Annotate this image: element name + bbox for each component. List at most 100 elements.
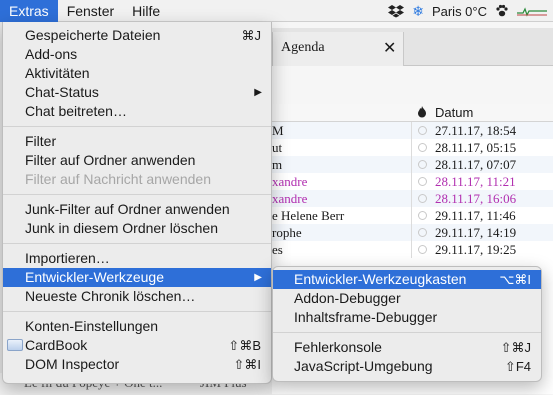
menu-item-filter[interactable]: Filter bbox=[3, 132, 271, 151]
menu-item-shortcut: ⌥⌘I bbox=[499, 272, 531, 287]
submenu-arrow-icon: ▶ bbox=[254, 272, 262, 283]
menu-item-addon-debugger[interactable]: Addon-Debugger bbox=[273, 289, 541, 308]
table-row[interactable]: es 29.11.17, 19:25 bbox=[272, 241, 553, 258]
row-sender: rophe bbox=[272, 225, 302, 240]
menubar-fenster[interactable]: Fenster bbox=[58, 0, 123, 22]
menu-item-shortcut: ⇧⌘B bbox=[228, 338, 261, 353]
cardbook-icon bbox=[7, 339, 23, 351]
table-row[interactable]: xandre 28.11.17, 11:21 bbox=[272, 173, 553, 190]
menu-item-chat-beitreten[interactable]: Chat beitreten… bbox=[3, 102, 271, 121]
row-sender: ut bbox=[272, 140, 283, 155]
menu-item-neueste-chronik-löschen[interactable]: Neueste Chronik löschen… bbox=[3, 287, 271, 306]
row-date: 29.11.17, 11:46 bbox=[435, 208, 516, 223]
column-divider bbox=[411, 173, 412, 190]
read-status-icon[interactable] bbox=[418, 245, 427, 254]
column-divider bbox=[411, 156, 412, 173]
menu-item-label: Entwickler-Werkzeugkasten bbox=[294, 271, 467, 287]
row-date: 29.11.17, 19:25 bbox=[435, 242, 517, 257]
menu-item-label: Fehlerkonsole bbox=[294, 339, 382, 355]
column-header-date[interactable]: Datum bbox=[435, 105, 473, 120]
table-row[interactable]: m 28.11.17, 07:07 bbox=[272, 156, 553, 173]
submenu-arrow-icon: ▶ bbox=[254, 87, 262, 98]
read-status-icon[interactable] bbox=[418, 228, 427, 237]
read-status-icon[interactable] bbox=[418, 126, 427, 135]
menubar-hilfe[interactable]: Hilfe bbox=[123, 0, 169, 22]
menu-item-shortcut: ⇧⌘J bbox=[500, 340, 531, 355]
tab-strip: Agenda ✕ bbox=[272, 28, 553, 66]
menu-bar: Extras Fenster Hilfe ❄ Paris 0°C bbox=[0, 0, 553, 22]
dropbox-icon[interactable] bbox=[388, 4, 405, 18]
menu-item-chat-status[interactable]: Chat-Status ▶ bbox=[3, 83, 271, 102]
menu-item-inhaltsframe-debugger[interactable]: Inhaltsframe-Debugger bbox=[273, 308, 541, 327]
row-date: 28.11.17, 11:21 bbox=[435, 174, 516, 189]
menu-item-label: Chat-Status bbox=[25, 84, 99, 100]
table-row[interactable]: ut 28.11.17, 05:15 bbox=[272, 139, 553, 156]
menu-item-shortcut: ⇧⌘I bbox=[233, 357, 261, 372]
row-date: 28.11.17, 16:06 bbox=[435, 191, 517, 206]
menu-separator bbox=[273, 332, 541, 333]
menu-item-shortcut: ⇧F4 bbox=[504, 359, 531, 374]
graph-icon[interactable] bbox=[517, 5, 547, 17]
table-row[interactable]: xandre 28.11.17, 16:06 bbox=[272, 190, 553, 207]
row-sender: m bbox=[272, 157, 283, 172]
column-divider bbox=[411, 241, 412, 258]
tab-agenda-label: Agenda bbox=[281, 40, 325, 55]
row-date: 28.11.17, 05:15 bbox=[435, 140, 517, 155]
row-sender: e Helene Berr bbox=[272, 208, 345, 223]
table-row[interactable]: rophe 29.11.17, 14:19 bbox=[272, 224, 553, 241]
table-row[interactable]: M 27.11.17, 18:54 bbox=[272, 122, 553, 139]
menu-item-aktivitäten[interactable]: Aktivitäten bbox=[3, 64, 271, 83]
menu-item-label: Konten-Einstellungen bbox=[25, 318, 159, 334]
row-sender: es bbox=[272, 242, 283, 257]
read-status-icon[interactable] bbox=[418, 211, 427, 220]
menu-item-junk-filter-auf-ordner-anwenden[interactable]: Junk-Filter auf Ordner anwenden bbox=[3, 200, 271, 219]
menu-item-label: JavaScript-Umgebung bbox=[294, 358, 433, 374]
row-sender: xandre bbox=[272, 191, 308, 206]
menu-item-gespeicherte-dateien[interactable]: Gespeicherte Dateien ⌘J bbox=[3, 26, 271, 45]
row-sender: xandre bbox=[272, 174, 308, 189]
menu-item-importieren[interactable]: Importieren… bbox=[3, 249, 271, 268]
menu-item-label: Entwickler-Werkzeuge bbox=[25, 269, 165, 285]
menu-separator bbox=[3, 243, 271, 244]
menu-separator bbox=[3, 126, 271, 127]
junk-status-icon[interactable] bbox=[417, 106, 427, 121]
menu-item-javascript-umgebung[interactable]: JavaScript-Umgebung ⇧F4 bbox=[273, 357, 541, 376]
column-divider bbox=[411, 224, 412, 241]
column-divider bbox=[411, 190, 412, 207]
menu-item-konten-einstellungen[interactable]: Konten-Einstellungen bbox=[3, 317, 271, 336]
menu-item-label: Importieren… bbox=[25, 250, 110, 266]
menu-item-label: Chat beitreten… bbox=[25, 103, 127, 119]
menu-item-label: Filter auf Ordner anwenden bbox=[25, 152, 196, 168]
snowflake-icon: ❄ bbox=[412, 2, 424, 19]
close-icon[interactable]: ✕ bbox=[383, 38, 396, 58]
row-date: 29.11.17, 14:19 bbox=[435, 225, 517, 240]
menu-item-entwickler-werkzeuge[interactable]: Entwickler-Werkzeuge ▶ bbox=[3, 268, 271, 287]
paw-icon[interactable] bbox=[495, 4, 509, 18]
menu-item-entwickler-werkzeugkasten[interactable]: Entwickler-Werkzeugkasten ⌥⌘I bbox=[273, 270, 541, 289]
menu-separator bbox=[3, 311, 271, 312]
read-status-icon[interactable] bbox=[418, 160, 427, 169]
menu-item-label: Add-ons bbox=[25, 46, 78, 62]
menu-item-filter-auf-ordner-anwenden[interactable]: Filter auf Ordner anwenden bbox=[3, 151, 271, 170]
table-row[interactable]: e Helene Berr 29.11.17, 11:46 bbox=[272, 207, 553, 224]
menu-item-label: Filter auf Nachricht anwenden bbox=[25, 171, 211, 187]
column-divider bbox=[411, 122, 412, 139]
menu-item-label: Gespeicherte Dateien bbox=[25, 27, 161, 43]
read-status-icon[interactable] bbox=[418, 143, 427, 152]
menu-item-label: Addon-Debugger bbox=[294, 290, 401, 306]
menu-item-add-ons[interactable]: Add-ons bbox=[3, 45, 271, 64]
menu-item-dom-inspector[interactable]: DOM Inspector ⇧⌘I bbox=[3, 355, 271, 374]
menubar-extras[interactable]: Extras bbox=[0, 0, 58, 22]
read-status-icon[interactable] bbox=[418, 194, 427, 203]
menu-item-filter-auf-nachricht-anwenden: Filter auf Nachricht anwenden bbox=[3, 170, 271, 189]
weather-label[interactable]: Paris 0°C bbox=[432, 4, 487, 19]
read-status-icon[interactable] bbox=[418, 177, 427, 186]
message-list-header: Datum bbox=[272, 104, 553, 122]
column-divider bbox=[411, 139, 412, 156]
row-sender: M bbox=[272, 123, 284, 138]
menu-item-junk-in-diesem-ordner-löschen[interactable]: Junk in diesem Ordner löschen bbox=[3, 219, 271, 238]
row-date: 27.11.17, 18:54 bbox=[435, 123, 517, 138]
menu-item-cardbook[interactable]: CardBook ⇧⌘B bbox=[3, 336, 271, 355]
menu-item-fehlerkonsole[interactable]: Fehlerkonsole ⇧⌘J bbox=[273, 338, 541, 357]
tab-agenda[interactable]: Agenda ✕ bbox=[272, 32, 404, 66]
